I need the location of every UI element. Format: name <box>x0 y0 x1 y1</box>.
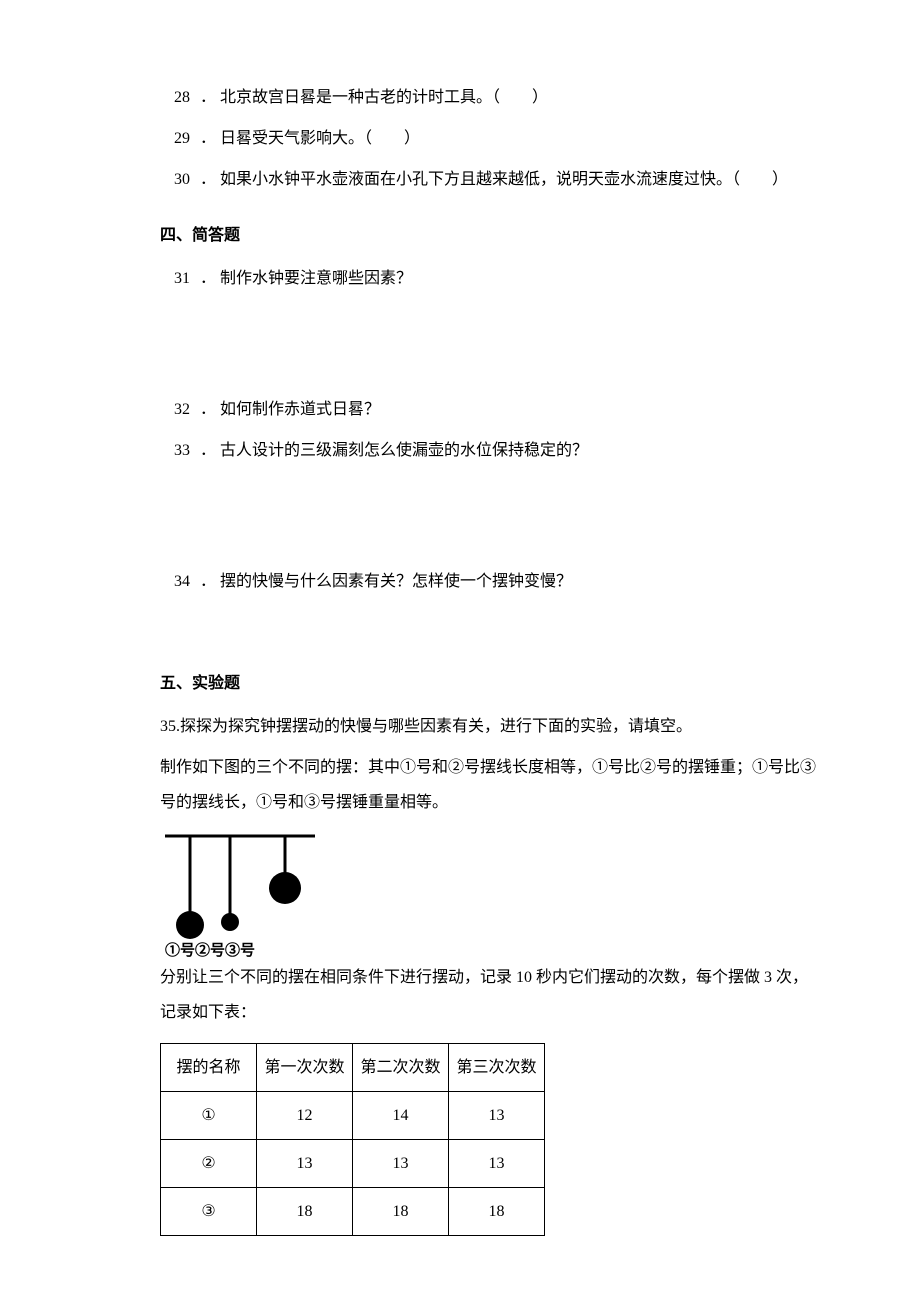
question-text: 如果小水钟平水壶液面在小孔下方且越来越低，说明天壶水流速度过快。（ ） <box>220 162 820 197</box>
question-dot: ． <box>200 564 220 599</box>
question-text: 古人设计的三级漏刻怎么使漏壶的水位保持稳定的？ <box>220 433 820 468</box>
table-row: ① 12 14 13 <box>161 1091 545 1139</box>
pendulum-figure: ①号②号③号 <box>160 830 820 960</box>
question-dot: ． <box>200 80 220 115</box>
table-cell: 18 <box>449 1188 545 1236</box>
question-dot: ． <box>200 121 220 156</box>
table-header-cell: 摆的名称 <box>161 1043 257 1091</box>
answer-space <box>160 474 820 564</box>
table-header-row: 摆的名称 第一次次数 第二次次数 第三次次数 <box>161 1043 545 1091</box>
question-dot: ． <box>200 433 220 468</box>
question-dot: ． <box>200 162 220 197</box>
answer-space <box>160 302 820 392</box>
section-heading-5: 五、实验题 <box>160 666 820 701</box>
table-row: ② 13 13 13 <box>161 1140 545 1188</box>
question-number: 28 <box>160 80 200 115</box>
table-cell: 18 <box>257 1188 353 1236</box>
table-row: ③ 18 18 18 <box>161 1188 545 1236</box>
question-number: 30 <box>160 162 200 197</box>
question-text: 日晷受天气影响大。（ ） <box>220 121 820 156</box>
table-cell: 13 <box>353 1140 449 1188</box>
table-cell-name: ② <box>161 1140 257 1188</box>
pendulum-icon <box>160 830 320 940</box>
question-35-intro: 35.探探为探究钟摆摆动的快慢与哪些因素有关，进行下面的实验，请填空。 <box>160 709 820 744</box>
section-heading-4: 四、简答题 <box>160 218 820 253</box>
table-cell: 14 <box>353 1091 449 1139</box>
question-number: 32 <box>160 392 200 427</box>
question-text: 摆的快慢与什么因素有关？怎样使一个摆钟变慢？ <box>220 564 820 599</box>
table-cell: 13 <box>449 1140 545 1188</box>
question-30: 30 ． 如果小水钟平水壶液面在小孔下方且越来越低，说明天壶水流速度过快。（ ） <box>160 162 820 197</box>
table-header-cell: 第一次次数 <box>257 1043 353 1091</box>
question-31: 31 ． 制作水钟要注意哪些因素？ <box>160 261 820 296</box>
question-number: 29 <box>160 121 200 156</box>
page-content: 28 ． 北京故宫日晷是一种古老的计时工具。（ ） 29 ． 日晷受天气影响大。… <box>160 80 820 1236</box>
table-cell: 13 <box>449 1091 545 1139</box>
question-number: 34 <box>160 564 200 599</box>
table-cell: 12 <box>257 1091 353 1139</box>
question-number: 33 <box>160 433 200 468</box>
question-28: 28 ． 北京故宫日晷是一种古老的计时工具。（ ） <box>160 80 820 115</box>
table-cell-name: ③ <box>161 1188 257 1236</box>
question-29: 29 ． 日晷受天气影响大。（ ） <box>160 121 820 156</box>
question-35-description: 制作如下图的三个不同的摆：其中①号和②号摆线长度相等，①号比②号的摆锤重；①号比… <box>160 750 820 820</box>
question-text: 北京故宫日晷是一种古老的计时工具。（ ） <box>220 80 820 115</box>
question-text: 制作水钟要注意哪些因素？ <box>220 261 820 296</box>
table-cell-name: ① <box>161 1091 257 1139</box>
pendulum-caption: ①号②号③号 <box>165 942 820 960</box>
question-33: 33 ． 古人设计的三级漏刻怎么使漏壶的水位保持稳定的？ <box>160 433 820 468</box>
table-header-cell: 第二次次数 <box>353 1043 449 1091</box>
question-text: 如何制作赤道式日晷？ <box>220 392 820 427</box>
question-number: 31 <box>160 261 200 296</box>
question-34: 34 ． 摆的快慢与什么因素有关？怎样使一个摆钟变慢？ <box>160 564 820 599</box>
table-cell: 13 <box>257 1140 353 1188</box>
question-dot: ． <box>200 392 220 427</box>
pendulum-data-table: 摆的名称 第一次次数 第二次次数 第三次次数 ① 12 14 13 ② 13 1… <box>160 1043 545 1237</box>
answer-space <box>160 606 820 646</box>
table-header-cell: 第三次次数 <box>449 1043 545 1091</box>
question-35-instructions: 分别让三个不同的摆在相同条件下进行摆动，记录 10 秒内它们摆动的次数，每个摆做… <box>160 960 820 1030</box>
question-32: 32 ． 如何制作赤道式日晷？ <box>160 392 820 427</box>
table-cell: 18 <box>353 1188 449 1236</box>
question-dot: ． <box>200 261 220 296</box>
